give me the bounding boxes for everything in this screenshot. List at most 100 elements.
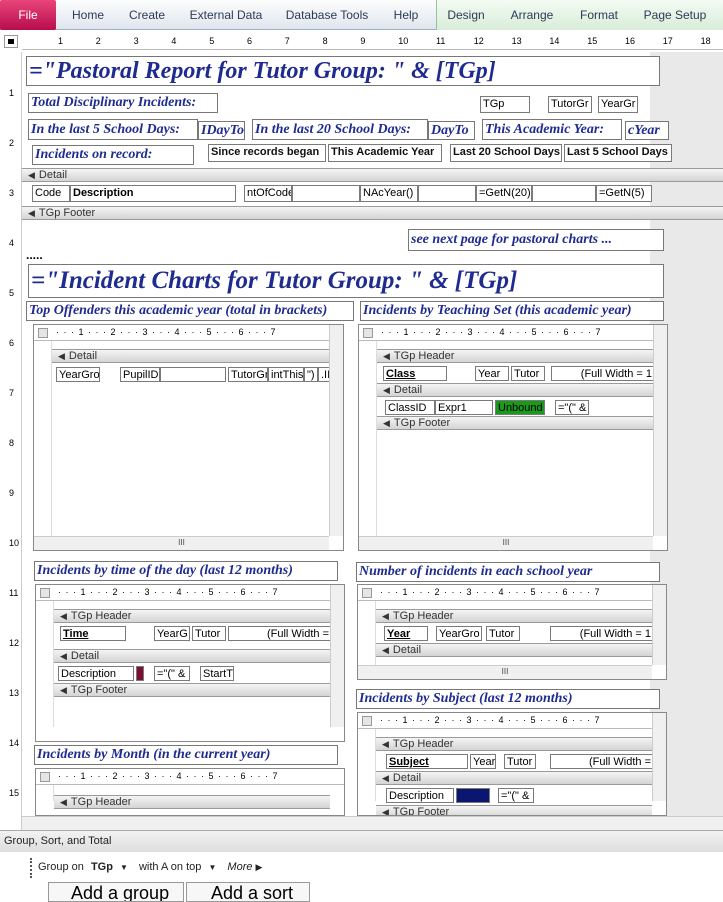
tab-home[interactable]: Home <box>60 0 116 30</box>
offenders-int-this[interactable]: intThis <box>268 367 304 382</box>
timeofday-footer-band[interactable]: ◀ TGp Footer <box>54 683 330 697</box>
timeofday-startt[interactable]: StartT <box>200 666 234 681</box>
designer-hscroll[interactable] <box>22 816 723 830</box>
timeofday-fullwidth[interactable]: (Full Width = <box>228 626 332 641</box>
subject-detail-band[interactable]: ◀ Detail <box>376 771 652 785</box>
teachset-hscroll[interactable]: III <box>359 536 653 550</box>
timeofday-detail-band[interactable]: ◀ Detail <box>54 649 330 663</box>
tab-arrange[interactable]: Arrange <box>500 0 564 30</box>
detail-description[interactable]: Description <box>70 185 236 202</box>
teachset-unbound[interactable]: Unbound <box>495 400 545 415</box>
subject-vscroll[interactable] <box>652 713 666 801</box>
last20-label[interactable]: In the last 20 School Days: <box>252 119 428 140</box>
teachset-class[interactable]: Class <box>383 366 447 381</box>
gst-drag-handle[interactable] <box>30 858 34 878</box>
offenders-close[interactable]: ") <box>304 367 318 382</box>
subject-subject[interactable]: Subject <box>386 754 468 769</box>
subreport-selector[interactable] <box>362 716 372 726</box>
teachset-classid[interactable]: ClassID <box>385 400 435 415</box>
last5-label[interactable]: In the last 5 School Days: <box>28 119 198 140</box>
offenders-detail-band[interactable]: ◀ Detail <box>52 349 329 363</box>
offenders-caption[interactable]: Top Offenders this academic year (total … <box>26 301 354 321</box>
teachset-fullwidth[interactable]: (Full Width = 1 <box>551 366 655 381</box>
schoolyear-tutor[interactable]: Tutor <box>486 626 520 641</box>
tab-database-tools[interactable]: Database Tools <box>276 0 378 30</box>
tab-format[interactable]: Format <box>570 0 628 30</box>
detail-code[interactable]: Code <box>32 185 70 202</box>
gst-group-row[interactable]: Group on TGp ▼ with A on top ▼ More ▶ <box>38 861 262 873</box>
col-last5-label[interactable]: Last 5 School Days <box>564 144 672 162</box>
detail-getn5[interactable]: =GetN(5) <box>596 185 652 202</box>
add-sort-button[interactable]: Add a sort <box>186 882 310 902</box>
teachset-caption[interactable]: Incidents by Teaching Set (this academic… <box>360 301 664 321</box>
detail-blank3[interactable] <box>532 185 596 202</box>
tgp-control[interactable]: TGp <box>480 96 530 113</box>
teachset-vscroll[interactable] <box>653 325 667 536</box>
offenders-tutorgr[interactable]: TutorGr <box>228 367 268 382</box>
offenders-blank[interactable] <box>160 367 226 382</box>
group-field[interactable]: TGp <box>91 861 113 873</box>
last5-value[interactable]: IDayTo <box>198 121 245 140</box>
schoolyear-caption[interactable]: Number of incidents in each school year <box>356 562 660 582</box>
teachset-footer-band[interactable]: ◀ TGp Footer <box>377 416 653 430</box>
teachset-subreport[interactable]: · · · 1 · · · 2 · · · 3 · · · 4 · · · 5 … <box>358 324 668 551</box>
subreport-selector[interactable] <box>40 588 50 598</box>
yeargr-control[interactable]: YearGr <box>598 96 638 113</box>
tab-design[interactable]: Design <box>438 0 494 30</box>
offenders-hscroll[interactable]: III <box>34 536 329 550</box>
subject-tutor[interactable]: Tutor <box>504 754 536 769</box>
detail-count[interactable]: ntOfCode <box>244 185 292 202</box>
timeofday-tutor[interactable]: Tutor <box>192 626 226 641</box>
file-tab[interactable]: File <box>0 0 56 30</box>
offenders-vscroll[interactable] <box>329 325 343 536</box>
detail-acyear[interactable]: NAcYear() <box>360 185 418 202</box>
month-header-band[interactable]: ◀ TGp Header <box>54 795 330 809</box>
subject-colorbox[interactable] <box>456 788 490 803</box>
offenders-yeargro[interactable]: YearGro <box>56 367 100 382</box>
timeofday-time[interactable]: Time <box>60 626 126 641</box>
detail-getn20[interactable]: =GetN(20) <box>476 185 532 202</box>
detail-band[interactable]: ◀ Detail <box>22 168 723 182</box>
schoolyear-year[interactable]: Year <box>384 626 428 641</box>
col-since-label[interactable]: Since records began <box>208 144 326 162</box>
report-selector[interactable] <box>4 35 18 48</box>
page-break-marker[interactable]: ..... <box>26 248 43 262</box>
tgp-footer-band[interactable]: ◀ TGp Footer <box>22 206 723 220</box>
schoolyear-subreport[interactable]: · · · 1 · · · 2 · · · 3 · · · 4 · · · 5 … <box>357 584 667 680</box>
subject-concat[interactable]: ="(" & <box>498 788 534 803</box>
add-group-button[interactable]: Add a group <box>48 882 184 902</box>
teachset-tutor[interactable]: Tutor <box>511 366 545 381</box>
subject-description[interactable]: Description <box>386 788 454 803</box>
tab-create[interactable]: Create <box>118 0 176 30</box>
teachset-concat[interactable]: ="(" & <box>555 400 589 415</box>
timeofday-caption[interactable]: Incidents by time of the day (last 12 mo… <box>34 561 338 581</box>
teachset-header-band[interactable]: ◀ TGp Header <box>377 349 653 363</box>
month-subreport[interactable]: · · · 1 · · · 2 · · · 3 · · · 4 · · · 5 … <box>35 768 345 816</box>
offenders-subreport[interactable]: · · · 1 · · · 2 · · · 3 · · · 4 · · · 5 … <box>33 324 344 551</box>
subject-header-band[interactable]: ◀ TGp Header <box>376 737 652 751</box>
schoolyear-vscroll[interactable] <box>652 585 666 665</box>
vertical-ruler[interactable]: 1 2 3 4 5 6 7 8 9 10 11 12 13 14 15 <box>4 52 22 830</box>
dropdown-icon[interactable]: ▼ <box>208 863 216 872</box>
academic-label[interactable]: This Academic Year: <box>482 119 622 140</box>
timeofday-header-band[interactable]: ◀ TGp Header <box>54 609 330 623</box>
month-caption[interactable]: Incidents by Month (in the current year) <box>34 745 338 765</box>
timeofday-subreport[interactable]: · · · 1 · · · 2 · · · 3 · · · 4 · · · 5 … <box>35 584 345 742</box>
schoolyear-header-band[interactable]: ◀ TGp Header <box>376 609 652 623</box>
subject-footer-band[interactable]: ◀ TGp Footer <box>376 805 652 815</box>
tab-page-setup[interactable]: Page Setup <box>636 0 714 30</box>
timeofday-concat[interactable]: ="(" & <box>154 666 190 681</box>
schoolyear-yeargro[interactable]: YearGro <box>436 626 482 641</box>
more-link[interactable]: More <box>227 861 252 873</box>
subreport-selector[interactable] <box>40 772 50 782</box>
detail-blank2[interactable] <box>418 185 476 202</box>
subreport-selector[interactable] <box>38 328 48 338</box>
tutorgr-control[interactable]: TutorGr <box>548 96 592 113</box>
tab-external-data[interactable]: External Data <box>180 0 272 30</box>
detail-blank1[interactable] <box>292 185 360 202</box>
teachset-expr1[interactable]: Expr1 <box>435 400 493 415</box>
subject-fullwidth[interactable]: (Full Width = <box>550 754 654 769</box>
schoolyear-hscroll[interactable]: III <box>358 665 652 679</box>
report-title[interactable]: ="Pastoral Report for Tutor Group: " & [… <box>26 56 660 86</box>
teachset-detail-band[interactable]: ◀ Detail <box>377 383 653 397</box>
